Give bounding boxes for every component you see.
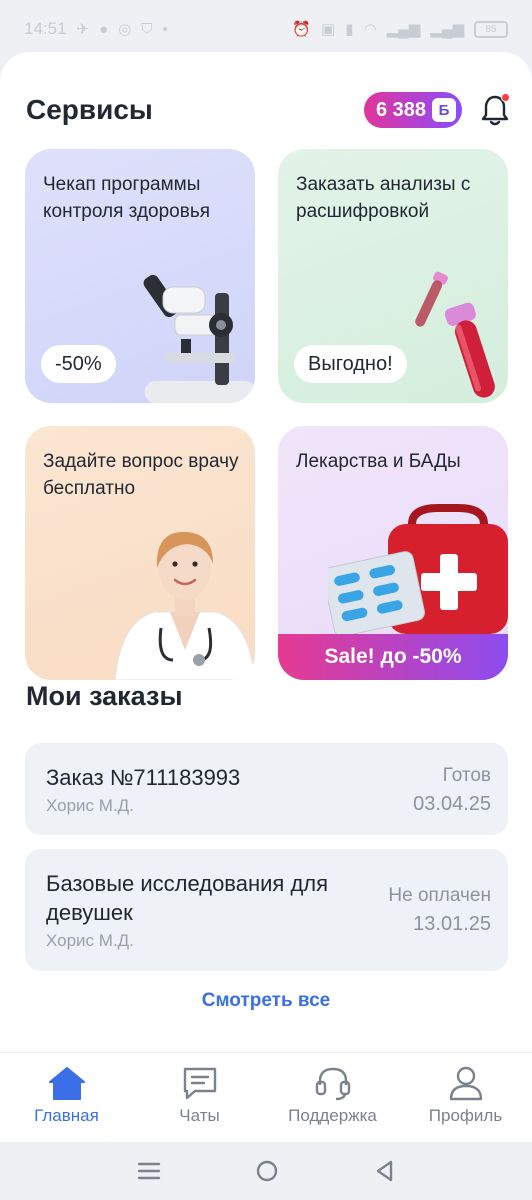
header: Сервисы 6 388 Б <box>26 90 510 130</box>
order-status: Не оплачен <box>388 885 491 906</box>
status-right: ⏰ ▣ ▮ ◠ ▂▄▆ ▂▄▆ 85 <box>292 20 508 38</box>
nav-item-support[interactable]: Поддержка <box>266 1053 399 1142</box>
instagram-icon: ◎ <box>118 21 132 38</box>
nav-label: Чаты <box>179 1106 220 1125</box>
service-card-title: Чекап программы контроля здоровья <box>43 174 211 222</box>
order-card[interactable]: Заказ №711183993 Хорис М.Д. Готов 03.04.… <box>25 743 508 835</box>
home-icon <box>48 1067 85 1100</box>
orders-title: Мои заказы <box>26 681 183 711</box>
header-actions: 6 388 Б <box>363 92 510 128</box>
see-all-link[interactable]: Смотреть все <box>0 990 532 1012</box>
points-unit: Б <box>432 98 456 122</box>
service-card-analyses[interactable]: Заказать анализы с расшифровкой Выгодно! <box>278 149 508 403</box>
order-date: 03.04.25 <box>413 793 491 815</box>
order-card[interactable]: Базовые исследования для девушек Хорис М… <box>25 849 508 971</box>
dot-icon: • <box>162 20 168 38</box>
status-time: 14:51 <box>24 19 67 38</box>
signal-2-icon: ▂▄▆ <box>430 21 464 38</box>
service-card-title: Задайте вопрос врачу бесплатно <box>43 451 239 499</box>
wifi-icon: ◠ <box>363 21 377 38</box>
notification-dot <box>501 93 510 102</box>
service-card-title: Заказать анализы с расшифровкой <box>296 174 471 222</box>
nav-label: Поддержка <box>288 1106 377 1125</box>
microscope-icon <box>143 274 255 403</box>
order-doctor: Хорис М.Д. <box>46 931 134 950</box>
sale-banner: Sale! до -50% <box>278 634 508 680</box>
page-title: Сервисы <box>26 94 153 125</box>
back-icon[interactable] <box>373 1159 395 1183</box>
chat-icon <box>183 1067 216 1100</box>
home-circle-icon[interactable] <box>255 1159 279 1183</box>
nav-label: Главная <box>34 1106 99 1125</box>
order-name: Базовые исследования для девушек <box>46 871 329 925</box>
nav-item-home[interactable]: Главная <box>0 1053 133 1142</box>
status-bar: 14:51 ✈ ● ◎ ⛉ • ⏰ ▣ ▮ ◠ ▂▄▆ ▂▄▆ 85 <box>0 0 532 58</box>
points-value: 6 388 <box>375 98 426 121</box>
order-doctor: Хорис М.Д. <box>46 796 134 815</box>
nav-item-chats[interactable]: Чаты <box>133 1053 266 1142</box>
nfc-icon: ▣ <box>321 21 336 38</box>
signal-icon: ▂▄▆ <box>386 21 421 38</box>
alarm-icon: ⏰ <box>292 21 312 38</box>
battery-icon: 85 <box>474 20 508 38</box>
system-nav-bar <box>0 1142 532 1200</box>
nav-label: Профиль <box>428 1106 503 1125</box>
profile-icon <box>449 1066 482 1101</box>
first-aid-kit-icon <box>328 504 508 634</box>
telegram-icon: ✈ <box>76 21 90 38</box>
message-icon: ● <box>99 20 109 38</box>
service-card-doctor[interactable]: Задайте вопрос врачу бесплатно <box>25 426 255 680</box>
test-tubes-icon <box>415 271 495 398</box>
shield-icon: ⛉ <box>141 20 153 38</box>
nav-item-profile[interactable]: Профиль <box>399 1053 532 1142</box>
vibrate-icon: ▮ <box>345 21 354 38</box>
bottom-nav: Главная Чаты Поддержка Профиль <box>0 1052 532 1142</box>
promo-badge: Выгодно! <box>294 345 407 383</box>
service-card-title: Лекарства и БАДы <box>296 451 461 472</box>
service-card-checkup[interactable]: Чекап программы контроля здоровья -50% <box>25 149 255 403</box>
order-name: Заказ №711183993 <box>46 765 241 790</box>
headset-icon <box>315 1067 350 1101</box>
service-card-meds[interactable]: Лекарства и БАДы Sale! до -50% <box>278 426 508 680</box>
status-left: 14:51 ✈ ● ◎ ⛉ • <box>24 19 168 39</box>
discount-badge: -50% <box>41 345 116 383</box>
order-date: 13.01.25 <box>413 913 491 935</box>
notifications-button[interactable] <box>480 93 510 127</box>
order-status: Готов <box>442 765 491 786</box>
doctor-icon <box>115 531 255 680</box>
points-badge[interactable]: 6 388 Б <box>363 92 462 128</box>
menu-icon[interactable] <box>137 1160 161 1182</box>
